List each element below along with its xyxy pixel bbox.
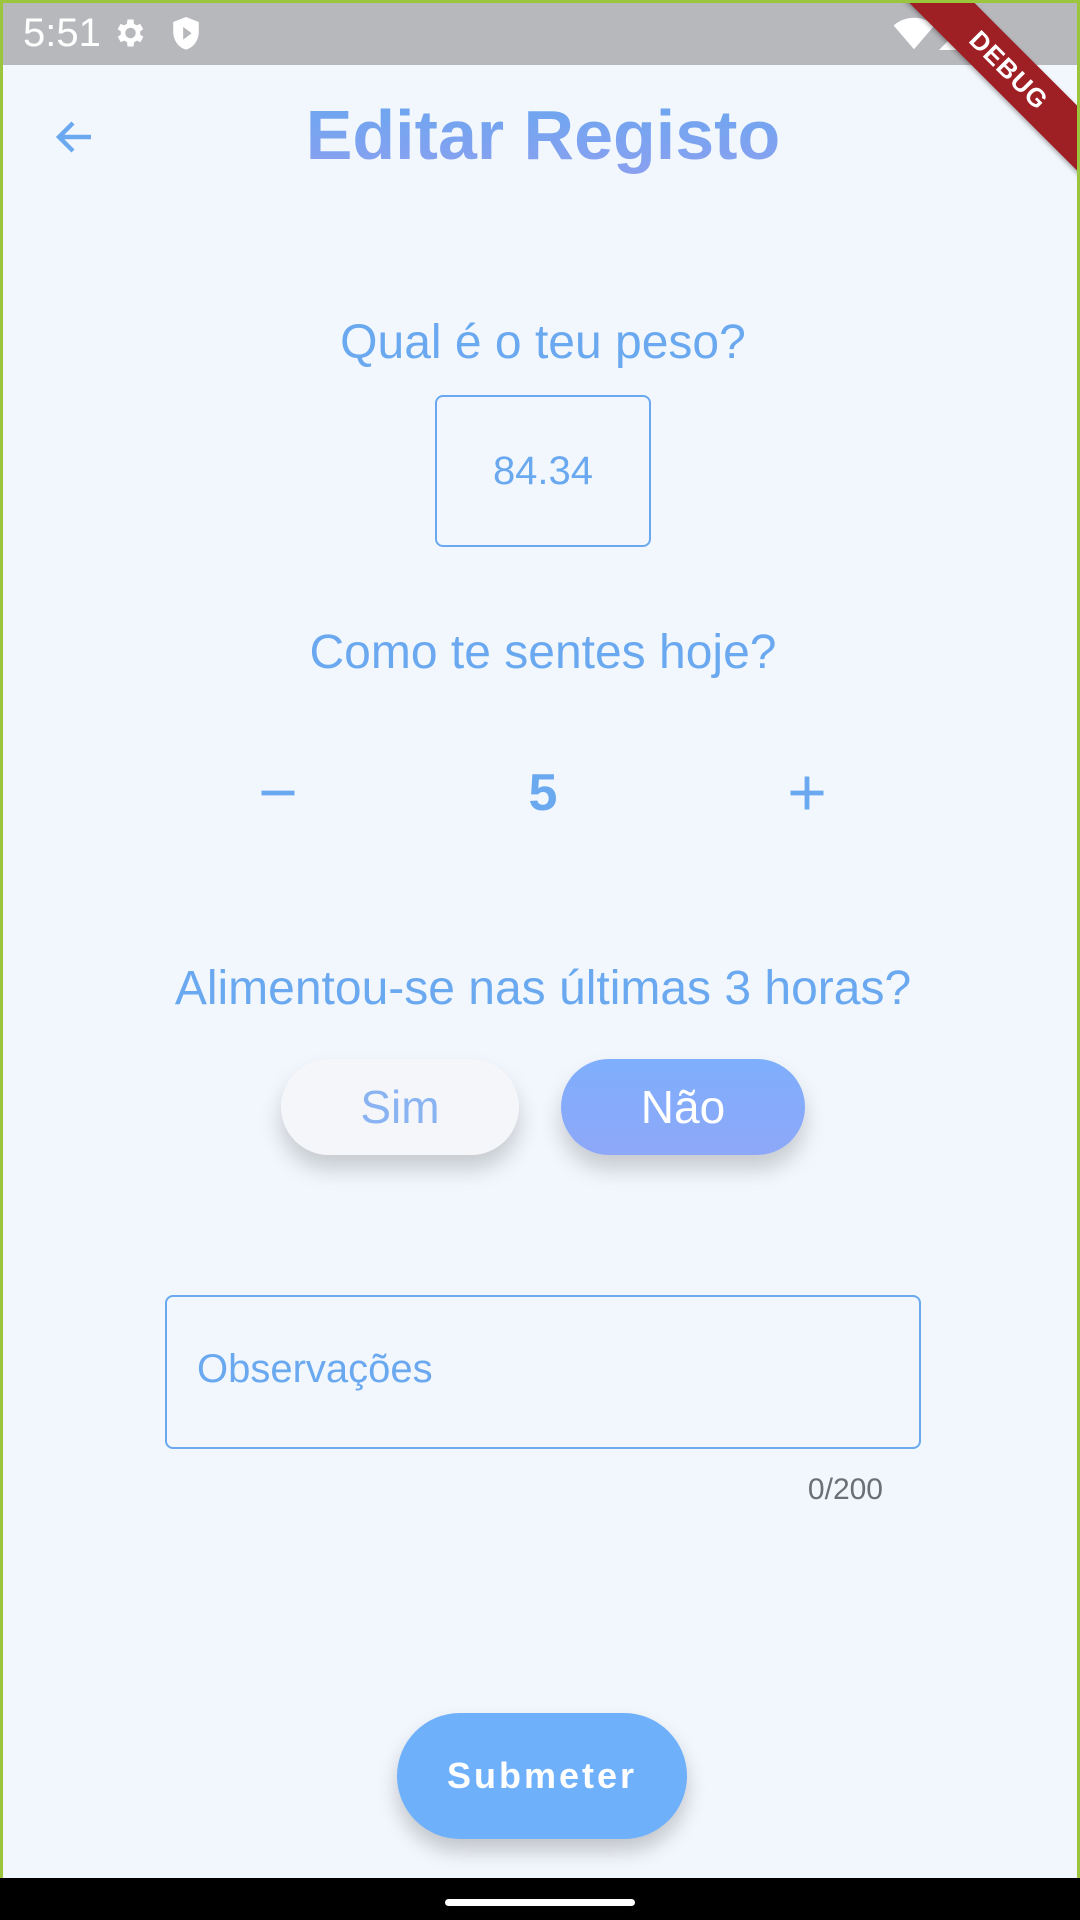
feeling-question: Como te sentes hoje?: [309, 626, 777, 679]
fed-question: Alimentou-se nas últimas 3 horas?: [174, 962, 912, 1015]
shield-icon: [169, 15, 203, 58]
weight-question: Qual é o teu peso?: [340, 316, 746, 369]
notes-field[interactable]: Observações: [165, 1295, 921, 1449]
page-title: Editar Registo: [3, 95, 1077, 175]
plus-icon: [785, 771, 829, 820]
minus-icon: [256, 771, 300, 820]
status-time: 5:51: [23, 11, 101, 55]
home-indicator[interactable]: [445, 1899, 635, 1906]
submit-button[interactable]: Submeter: [397, 1713, 687, 1839]
gear-icon: [111, 15, 147, 56]
feeling-value: 5: [528, 764, 558, 822]
character-counter: 0/200: [807, 1473, 883, 1506]
notes-placeholder: Observações: [197, 1347, 433, 1391]
weight-input[interactable]: 84.34: [435, 395, 651, 547]
option-nao-button[interactable]: Não: [561, 1059, 805, 1155]
option-sim-button[interactable]: Sim: [281, 1059, 519, 1155]
app-screen: 5:51 DEBUG Editar Registo Qual é o teu p…: [0, 0, 1080, 1878]
decrement-button[interactable]: [238, 755, 318, 835]
increment-button[interactable]: [767, 755, 847, 835]
